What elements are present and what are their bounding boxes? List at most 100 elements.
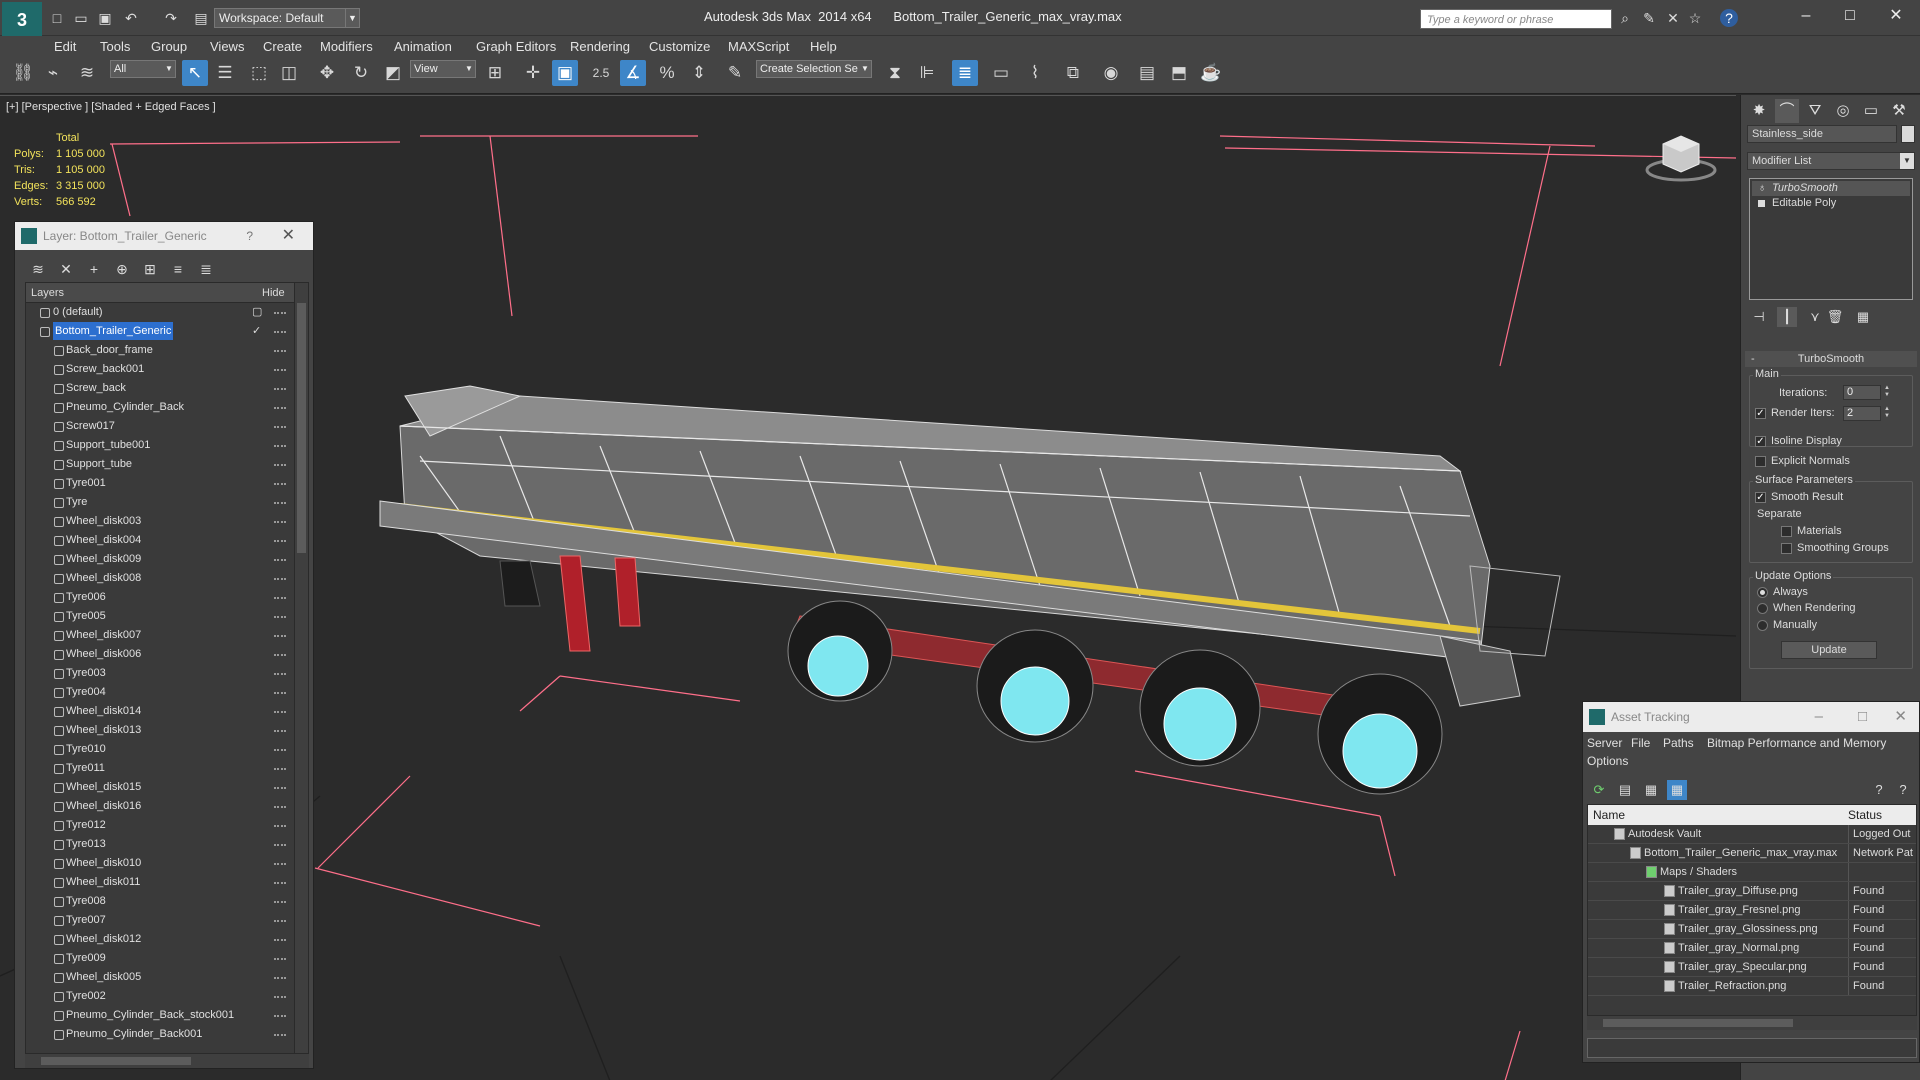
asset-row[interactable]: Trailer_gray_Fresnel.png Found: [1588, 901, 1916, 920]
hide-toggle[interactable]: [274, 407, 286, 409]
menu-customize[interactable]: Customize: [649, 39, 710, 54]
layer-object-row[interactable]: Wheel_disk008: [26, 569, 294, 588]
layer-object-row[interactable]: Pneumo_Cylinder_Back001: [26, 1025, 294, 1044]
stack-item-editable-poly[interactable]: Editable Poly: [1752, 196, 1910, 211]
rendered-frame-window-icon[interactable]: ⬒: [1166, 60, 1192, 86]
asset-row[interactable]: Bottom_Trailer_Generic_max_vray.max Netwo…: [1588, 844, 1916, 863]
keyboard-shortcut-override-icon[interactable]: ▣: [552, 60, 578, 86]
save-icon[interactable]: ▣: [96, 9, 114, 27]
help-icon[interactable]: ?: [1720, 9, 1738, 27]
layer-object-row[interactable]: Tyre009: [26, 949, 294, 968]
layer-object-row[interactable]: Tyre008: [26, 892, 294, 911]
hide-toggle[interactable]: [274, 730, 286, 732]
redo-icon[interactable]: ↷: [162, 9, 180, 27]
modify-tab-icon[interactable]: ⌒: [1775, 99, 1799, 123]
layer-object-row[interactable]: Pneumo_Cylinder_Back_stock001: [26, 1006, 294, 1025]
scale-icon[interactable]: ◩: [380, 60, 406, 86]
window-crossing-icon[interactable]: ◫: [276, 60, 302, 86]
curve-editor-icon[interactable]: ⌇: [1022, 60, 1048, 86]
layer-object-row[interactable]: Tyre003: [26, 664, 294, 683]
rotate-icon[interactable]: ↻: [348, 60, 374, 86]
hide-toggle[interactable]: [274, 920, 286, 922]
new-file-icon[interactable]: □: [48, 9, 66, 27]
smoothing-groups-checkbox[interactable]: [1781, 543, 1792, 554]
minimize-icon[interactable]: –: [1796, 6, 1816, 26]
hide-toggle[interactable]: [274, 901, 286, 903]
viewcube-icon[interactable]: [1645, 126, 1721, 189]
workspace-dropdown[interactable]: Workspace: Default ▼: [214, 8, 360, 28]
layer-object-row[interactable]: Wheel_disk004: [26, 531, 294, 550]
hide-toggle[interactable]: [274, 597, 286, 599]
layers-column-header[interactable]: Layers: [31, 283, 64, 303]
menu-animation[interactable]: Animation: [394, 39, 452, 54]
mirror-icon[interactable]: ⧗: [882, 60, 908, 86]
add-selected-to-layer-icon[interactable]: ⊕: [111, 258, 133, 280]
hierarchy-tab-icon[interactable]: ⛛: [1803, 99, 1827, 123]
highlight-selected-layer-icon[interactable]: ≡: [167, 258, 189, 280]
create-tab-icon[interactable]: ✸: [1747, 99, 1771, 123]
asset-row[interactable]: Trailer_gray_Specular.png Found: [1588, 958, 1916, 977]
lightbulb-icon[interactable]: ♁: [1758, 181, 1766, 196]
render-setup-icon[interactable]: ▤: [1134, 60, 1160, 86]
hide-toggle[interactable]: [274, 350, 286, 352]
table-view-icon[interactable]: ▦: [1641, 780, 1661, 800]
select-object-icon[interactable]: ↖: [182, 60, 208, 86]
hide-toggle[interactable]: [274, 787, 286, 789]
delete-layer-icon[interactable]: ✕: [55, 258, 77, 280]
select-objects-in-layer-icon[interactable]: ⊞: [139, 258, 161, 280]
layers-stack-icon[interactable]: ≋: [27, 258, 49, 280]
menu-create[interactable]: Create: [263, 39, 302, 54]
rectangular-selection-icon[interactable]: ⬚: [246, 60, 272, 86]
hide-toggle[interactable]: [274, 331, 286, 333]
layer-object-row[interactable]: Tyre002: [26, 987, 294, 1006]
show-end-result-icon[interactable]: ┃: [1777, 307, 1797, 327]
smooth-result-checkbox[interactable]: ✓: [1755, 492, 1766, 503]
hide-toggle[interactable]: [274, 654, 286, 656]
hide-toggle[interactable]: [274, 540, 286, 542]
close-icon[interactable]: ✕: [282, 222, 295, 250]
bind-space-warp-icon[interactable]: ≋: [74, 60, 100, 86]
subscription-icon[interactable]: ✎: [1640, 9, 1658, 27]
current-layer-toggle-icon[interactable]: ▢: [252, 303, 262, 321]
layer-object-row[interactable]: Tyre012: [26, 816, 294, 835]
menu-tools[interactable]: Tools: [100, 39, 130, 54]
asset-row[interactable]: Maps / Shaders: [1588, 863, 1916, 882]
object-name-field[interactable]: Stainless_side: [1747, 125, 1897, 143]
layer-object-row[interactable]: Wheel_disk009: [26, 550, 294, 569]
turbosmooth-rollout-header[interactable]: - TurboSmooth: [1745, 351, 1917, 367]
material-editor-icon[interactable]: ◉: [1098, 60, 1124, 86]
angle-snap-icon[interactable]: ∡: [620, 60, 646, 86]
menu-group[interactable]: Group: [151, 39, 187, 54]
refresh-icon[interactable]: ⟳: [1589, 780, 1609, 800]
iterations-spinner[interactable]: 0: [1843, 385, 1881, 400]
render-production-icon[interactable]: ☕: [1198, 60, 1224, 86]
configure-modifier-sets-icon[interactable]: ▦: [1853, 307, 1873, 327]
horizontal-scrollbar[interactable]: [25, 1054, 309, 1068]
close-icon[interactable]: ✕: [1886, 6, 1906, 26]
layer-object-row[interactable]: Tyre011: [26, 759, 294, 778]
menu-views[interactable]: Views: [210, 39, 244, 54]
asset-row[interactable]: Trailer_gray_Glossiness.png Found: [1588, 920, 1916, 939]
menu-maxscript[interactable]: MAXScript: [728, 39, 789, 54]
asset-menu-bitmap-performance[interactable]: Bitmap Performance and Memory: [1707, 736, 1886, 750]
align-icon[interactable]: ⊫: [914, 60, 940, 86]
layer-object-row[interactable]: Tyre001: [26, 474, 294, 493]
asset-menu-file[interactable]: File: [1631, 736, 1650, 750]
scrollbar-thumb[interactable]: [297, 303, 306, 553]
render-iters-spinner-arrows[interactable]: ▲ ▼: [1883, 406, 1891, 421]
help-icon[interactable]: ?: [1869, 780, 1889, 800]
manually-radio[interactable]: [1757, 620, 1768, 631]
asset-row[interactable]: Trailer_Refraction.png Found: [1588, 977, 1916, 996]
iterations-spinner-arrows[interactable]: ▲ ▼: [1883, 385, 1891, 400]
materials-checkbox[interactable]: [1781, 526, 1792, 537]
update-button[interactable]: Update: [1781, 641, 1877, 659]
make-unique-icon[interactable]: ⋎: [1805, 307, 1825, 327]
hide-toggle[interactable]: [274, 616, 286, 618]
asset-row[interactable]: Trailer_gray_Normal.png Found: [1588, 939, 1916, 958]
move-icon[interactable]: ✥: [314, 60, 340, 86]
menu-graph-editors[interactable]: Graph Editors: [476, 39, 556, 54]
app-logo-icon[interactable]: 3: [2, 2, 42, 38]
menu-modifiers[interactable]: Modifiers: [320, 39, 373, 54]
hide-toggle[interactable]: [274, 521, 286, 523]
hide-toggle[interactable]: [274, 863, 286, 865]
